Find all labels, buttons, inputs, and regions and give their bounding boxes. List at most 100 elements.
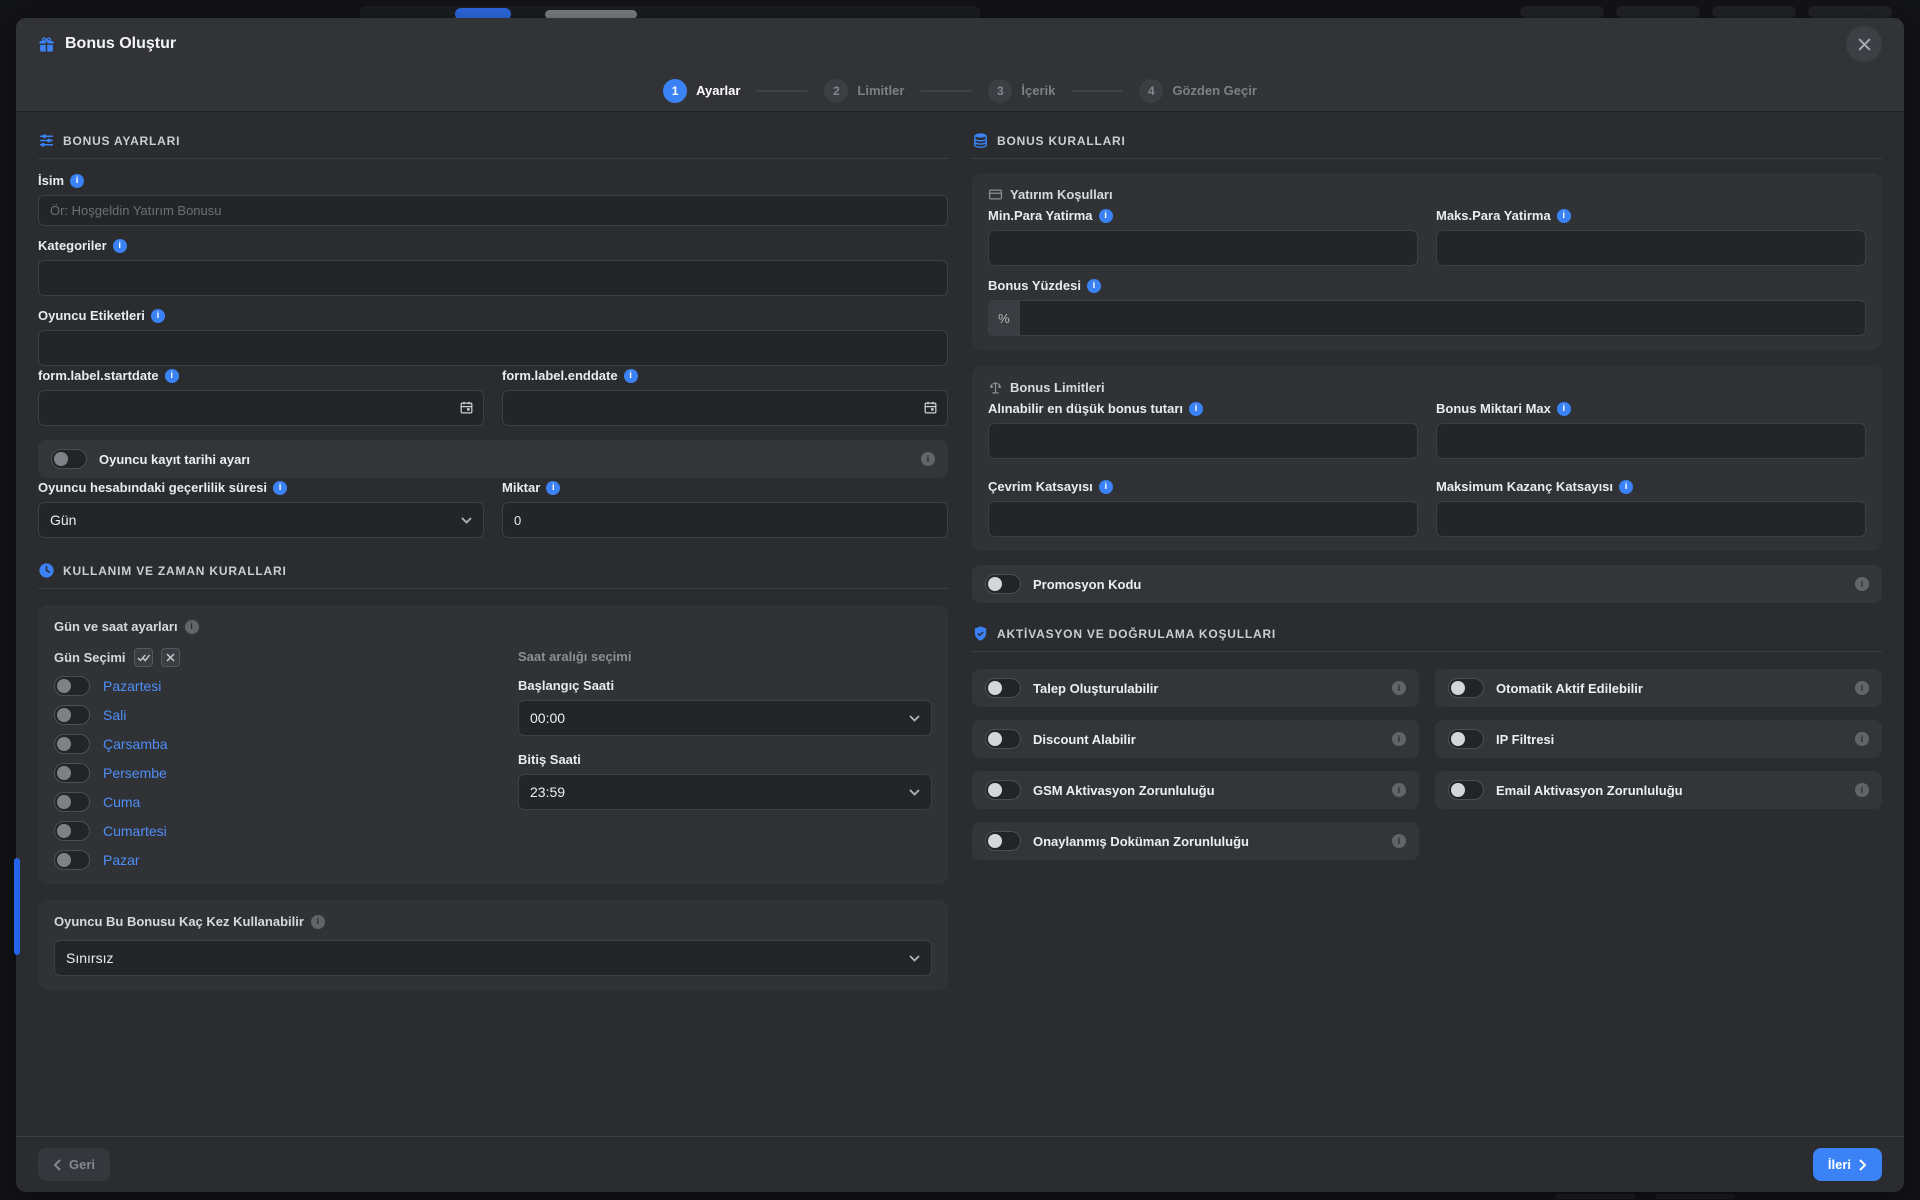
section-bonus-kurallari: BONUS KURALLARI [972,132,1882,159]
wager-input[interactable] [988,501,1418,537]
day-label: Cumartesi [103,823,167,839]
promo-code-toggle[interactable] [985,574,1021,594]
next-button[interactable]: İleri [1813,1148,1882,1181]
dokuman-toggle[interactable] [985,831,1021,851]
day-toggle-cuma[interactable] [54,792,90,812]
wager-label: Çevrim Katsayısı [988,479,1418,494]
background-bottom-fragment [1655,1194,1735,1199]
otomatik-toggle[interactable] [1448,678,1484,698]
info-icon[interactable] [1619,480,1633,494]
clear-days-button[interactable] [161,648,180,667]
info-icon[interactable] [1392,681,1406,695]
info-icon[interactable] [70,174,84,188]
time-range-label: Saat aralığı seçimi [518,649,631,664]
start-date-input[interactable] [38,390,484,426]
info-icon[interactable] [1392,732,1406,746]
info-icon[interactable] [151,309,165,323]
min-deposit-input[interactable] [988,230,1418,266]
name-input[interactable] [38,195,948,226]
info-icon[interactable] [113,239,127,253]
toggle-label: Discount Alabilir [1033,732,1136,747]
info-icon[interactable] [311,915,325,929]
info-icon[interactable] [1099,480,1113,494]
info-icon[interactable] [1557,402,1571,416]
max-bonus-input[interactable] [1436,423,1866,459]
day-toggle-persembe[interactable] [54,763,90,783]
toggle-bar-dokuman: Onaylanmış Doküman Zorunluluğu [972,822,1419,860]
info-icon[interactable] [1855,732,1869,746]
info-icon[interactable] [1099,209,1113,223]
info-icon[interactable] [1855,681,1869,695]
info-icon[interactable] [1855,577,1869,591]
toggle-label: Oyuncu kayıt tarihi ayarı [99,452,250,467]
day-toggle-pazartesi[interactable] [54,676,90,696]
start-time-select[interactable]: 00:00 [518,700,932,736]
max-deposit-input[interactable] [1436,230,1866,266]
select-value: 00:00 [530,710,565,726]
toggle-label: IP Filtresi [1496,732,1554,747]
day-row: Persembe [54,763,494,783]
validity-select[interactable]: Gün [38,502,484,538]
toggle-bar-discount: Discount Alabilir [972,720,1419,758]
player-tags-input[interactable] [38,330,948,366]
chevron-down-icon [461,517,472,524]
toggle-bar-talep: Talep Oluşturulabilir [972,669,1419,707]
info-icon[interactable] [1392,783,1406,797]
step-icerik[interactable]: 3 İçerik [988,79,1055,103]
gsm-toggle[interactable] [985,780,1021,800]
info-icon[interactable] [165,369,179,383]
back-button-label: Geri [69,1157,95,1172]
toggle-bar-ip: IP Filtresi [1435,720,1882,758]
bonus-percent-input[interactable] [1019,300,1866,336]
min-bonus-input[interactable] [988,423,1418,459]
chevron-right-icon [1859,1159,1867,1171]
step-label: Limitler [857,83,904,98]
day-toggle-carsamba[interactable] [54,734,90,754]
ip-filter-toggle[interactable] [1448,729,1484,749]
categories-input[interactable] [38,260,948,296]
back-button[interactable]: Geri [38,1148,110,1181]
day-toggle-pazar[interactable] [54,850,90,870]
info-icon[interactable] [546,481,560,495]
discount-toggle[interactable] [985,729,1021,749]
day-row: Cuma [54,792,494,812]
end-date-input[interactable] [502,390,948,426]
info-icon[interactable] [273,481,287,495]
close-icon[interactable] [1846,26,1882,62]
info-icon[interactable] [921,452,935,466]
deposit-panel-title: Yatırım Koşulları [988,187,1866,202]
coins-icon [972,132,989,149]
step-limitler[interactable]: 2 Limitler [824,79,904,103]
select-all-days-button[interactable] [134,648,153,667]
section-kullanim-zaman: KULLANIM VE ZAMAN KURALLARI [38,562,948,589]
limits-panel-title: Bonus Limitleri [988,380,1866,395]
player-tags-label: Oyuncu Etiketleri [38,308,948,323]
step-ayarlar[interactable]: 1 Ayarlar [663,79,740,103]
toggle-bar-email: Email Aktivasyon Zorunluluğu [1435,771,1882,809]
day-toggle-cumartesi[interactable] [54,821,90,841]
talep-toggle[interactable] [985,678,1021,698]
day-toggle-sali[interactable] [54,705,90,725]
step-gozden-gecir[interactable]: 4 Gözden Geçir [1139,79,1257,103]
info-icon[interactable] [1855,783,1869,797]
info-icon[interactable] [1189,402,1203,416]
toggle-label: Otomatik Aktif Edilebilir [1496,681,1643,696]
info-icon[interactable] [1087,279,1101,293]
amount-label: Miktar [502,480,948,495]
promo-code-toggle-bar: Promosyon Kodu [972,565,1882,603]
end-time-select[interactable]: 23:59 [518,774,932,810]
info-icon[interactable] [1392,834,1406,848]
start-date-label: form.label.startdate [38,368,484,383]
double-check-icon [137,652,150,663]
email-toggle[interactable] [1448,780,1484,800]
info-icon[interactable] [624,369,638,383]
registration-date-toggle[interactable] [51,449,87,469]
info-icon[interactable] [185,620,199,634]
max-win-input[interactable] [1436,501,1866,537]
toggle-label: Promosyon Kodu [1033,577,1141,592]
amount-input[interactable] [502,502,948,538]
usage-count-select[interactable]: Sınırsız [54,940,932,976]
day-label: Pazartesi [103,678,161,694]
info-icon[interactable] [1557,209,1571,223]
max-deposit-label: Maks.Para Yatirma [1436,208,1866,223]
